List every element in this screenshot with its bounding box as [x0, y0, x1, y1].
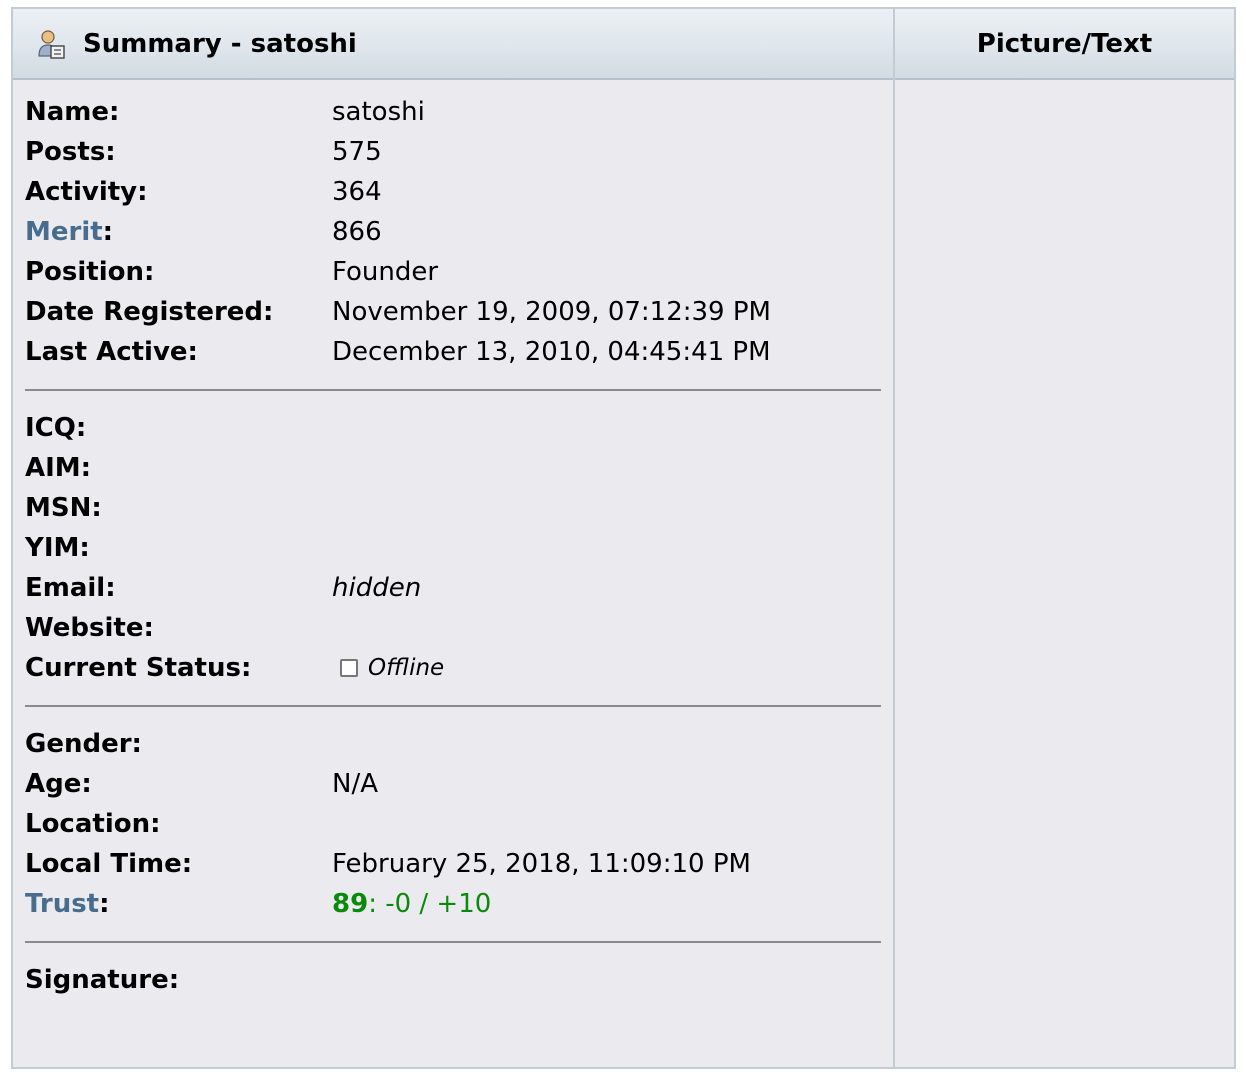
icq-label: ICQ: — [25, 413, 87, 443]
merit-label: Merit: — [25, 217, 332, 247]
personal-section: Gender: Age: N/A Location: Local Time: F… — [13, 724, 893, 924]
row-yim: YIM: — [25, 528, 893, 568]
profile-table: Summary - satoshi Name: satoshi Posts: 5… — [11, 7, 1236, 1069]
summary-body: Name: satoshi Posts: 575 Activity: 364 M… — [13, 80, 893, 1067]
section-divider — [25, 389, 881, 391]
row-age: Age: N/A — [25, 764, 893, 804]
row-trust: Trust: 89: -0 / +10 — [25, 884, 893, 924]
row-signature: Signature: — [25, 960, 893, 1000]
section-divider — [25, 705, 881, 707]
row-website: Website: — [25, 608, 893, 648]
date-registered-value: November 19, 2009, 07:12:39 PM — [332, 297, 771, 327]
email-value: hidden — [332, 573, 422, 603]
position-label: Position: — [25, 257, 155, 287]
merit-colon: : — [102, 217, 114, 247]
signature-label: Signature: — [25, 965, 180, 995]
activity-label: Activity: — [25, 177, 148, 207]
summary-column: Summary - satoshi Name: satoshi Posts: 5… — [13, 9, 893, 1067]
last-active-label: Last Active: — [25, 337, 198, 367]
last-active-value: December 13, 2010, 04:45:41 PM — [332, 337, 771, 367]
posts-label: Posts: — [25, 137, 116, 167]
contact-section: ICQ: AIM: MSN: YIM: Email: hidden Websit… — [13, 408, 893, 688]
aim-label: AIM: — [25, 453, 92, 483]
age-label: Age: — [25, 769, 92, 799]
gender-label: Gender: — [25, 729, 142, 759]
posts-value: 575 — [332, 137, 382, 167]
website-label: Website: — [25, 613, 154, 643]
row-icq: ICQ: — [25, 408, 893, 448]
location-label: Location: — [25, 809, 161, 839]
row-location: Location: — [25, 804, 893, 844]
email-label: Email: — [25, 573, 116, 603]
row-merit: Merit: 866 — [25, 212, 893, 252]
msn-label: MSN: — [25, 493, 102, 523]
user-profile-icon — [35, 28, 67, 60]
status-value: Offline — [368, 655, 445, 681]
trust-value: 89: -0 / +10 — [332, 889, 491, 919]
row-posts: Posts: 575 — [25, 132, 893, 172]
local-time-value: February 25, 2018, 11:09:10 PM — [332, 849, 751, 879]
trust-colon: : — [99, 889, 110, 919]
signature-section: Signature: — [13, 960, 893, 1000]
merit-value: 866 — [332, 217, 382, 247]
row-last-active: Last Active: December 13, 2010, 04:45:41… — [25, 332, 893, 372]
row-current-status: Current Status: Offline — [25, 648, 893, 688]
picture-column: Picture/Text — [893, 9, 1234, 1067]
row-gender: Gender: — [25, 724, 893, 764]
row-local-time: Local Time: February 25, 2018, 11:09:10 … — [25, 844, 893, 884]
basic-info-section: Name: satoshi Posts: 575 Activity: 364 M… — [13, 80, 893, 372]
trust-link[interactable]: Trust — [25, 889, 99, 919]
row-activity: Activity: 364 — [25, 172, 893, 212]
current-status-label: Current Status: — [25, 653, 252, 683]
name-value: satoshi — [332, 97, 425, 127]
trust-score: 89 — [332, 889, 369, 919]
summary-header: Summary - satoshi — [13, 9, 893, 80]
local-time-label: Local Time: — [25, 849, 193, 879]
age-value: N/A — [332, 769, 378, 799]
picture-title: Picture/Text — [976, 28, 1153, 59]
merit-link[interactable]: Merit — [25, 217, 103, 247]
row-date-registered: Date Registered: November 19, 2009, 07:1… — [25, 292, 893, 332]
yim-label: YIM: — [25, 533, 90, 563]
picture-body — [895, 80, 1234, 1067]
position-value: Founder — [332, 257, 439, 287]
row-msn: MSN: — [25, 488, 893, 528]
row-aim: AIM: — [25, 448, 893, 488]
offline-checkbox-icon — [340, 659, 358, 677]
activity-value: 364 — [332, 177, 382, 207]
date-registered-label: Date Registered: — [25, 297, 274, 327]
picture-header: Picture/Text — [895, 9, 1234, 80]
trust-label: Trust: — [25, 889, 332, 919]
status-indicator: Offline — [340, 655, 444, 681]
name-label: Name: — [25, 97, 120, 127]
trust-detail: : -0 / +10 — [368, 889, 492, 919]
section-divider — [25, 941, 881, 943]
summary-title: Summary - satoshi — [83, 28, 357, 59]
row-email: Email: hidden — [25, 568, 893, 608]
row-name: Name: satoshi — [25, 92, 893, 132]
row-position: Position: Founder — [25, 252, 893, 292]
